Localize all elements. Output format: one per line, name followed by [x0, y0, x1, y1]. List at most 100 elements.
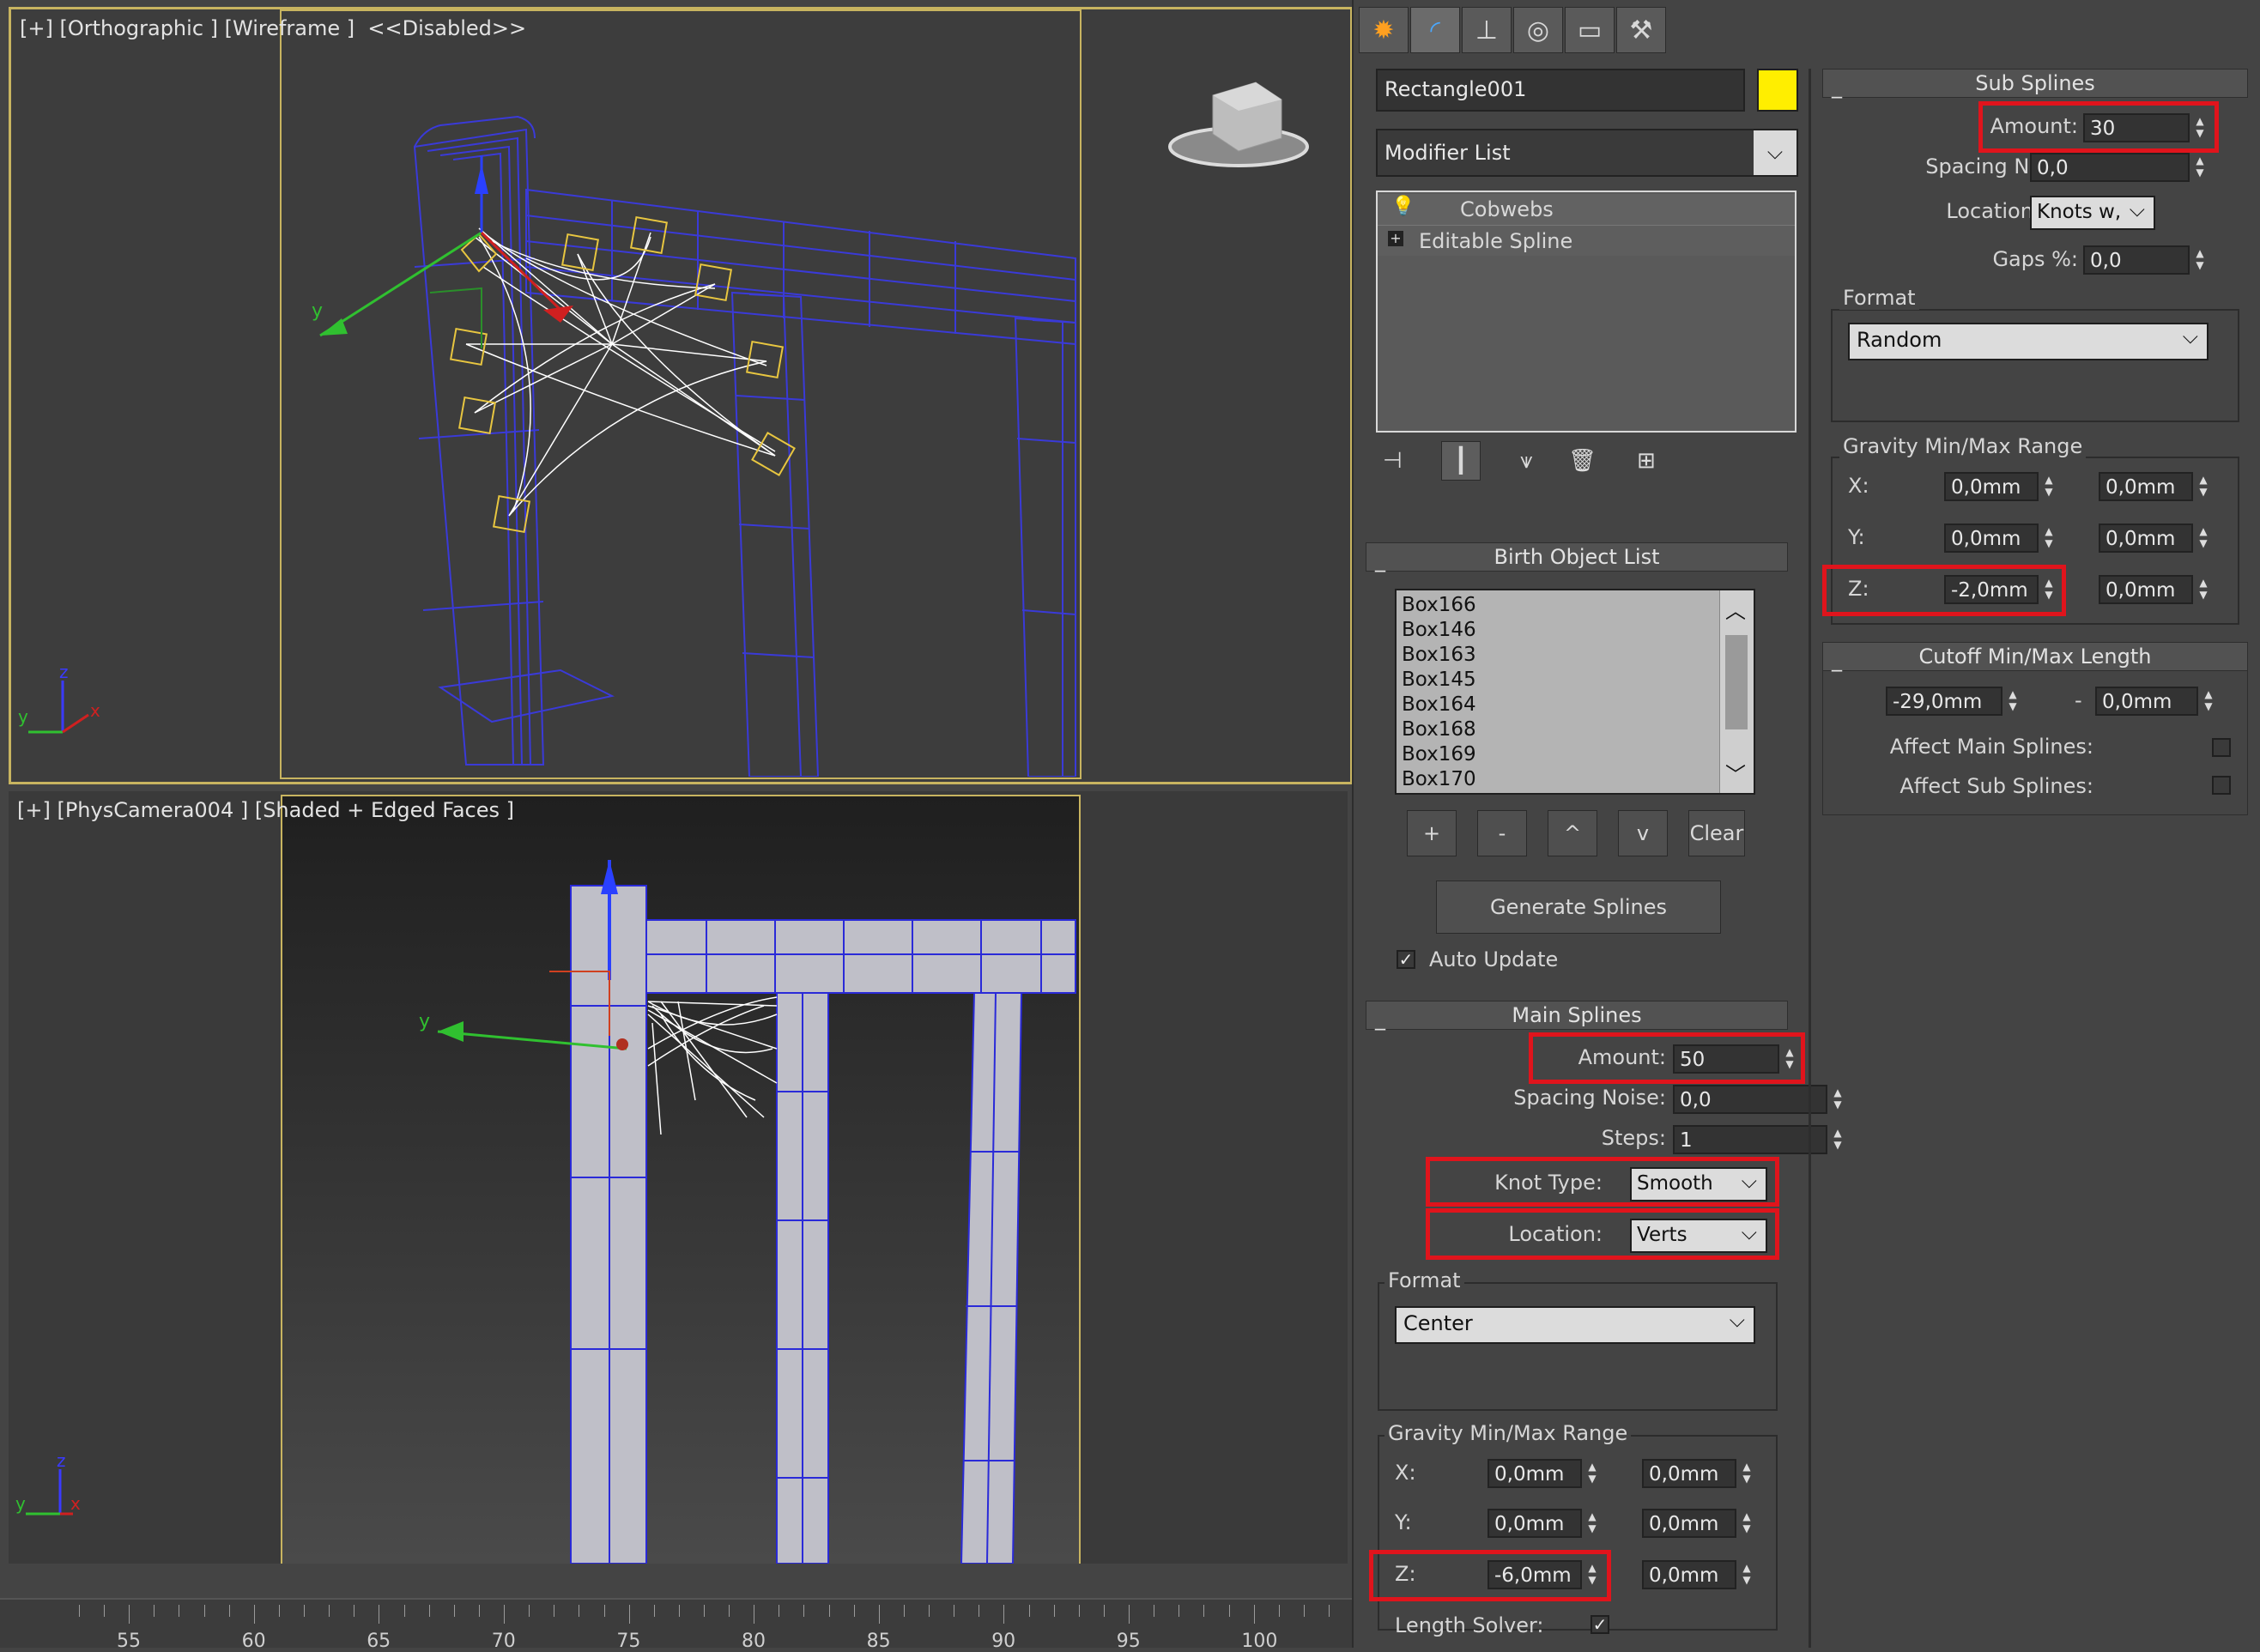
main-gravity-y-max[interactable]: 0,0mm — [1642, 1509, 1736, 1538]
hierarchy-tab[interactable]: ⊥ — [1462, 7, 1512, 53]
modify-tab[interactable]: ◜ — [1410, 7, 1460, 53]
chevron-down-icon: ⌵ — [2129, 197, 2145, 221]
spinner-arrows[interactable]: ▲ ▼ — [1738, 1461, 1755, 1485]
utilities-tab[interactable]: ⚒ — [1616, 7, 1666, 53]
sub-splines-header[interactable]: _ Sub Splines — [1822, 69, 2248, 99]
create-tab[interactable]: ✹ — [1359, 7, 1409, 53]
viewport-orthographic[interactable]: y [+] [Orthographic ] [Wireframe ] <<Dis… — [9, 7, 1353, 784]
main-gravity-y-min[interactable]: 0,0mm — [1487, 1509, 1582, 1538]
cutoff-max-field[interactable]: 0,0mm — [2095, 687, 2198, 716]
stack-item-editable-spline[interactable]: + Editable Spline — [1378, 225, 1795, 256]
list-item[interactable]: Box146 — [1402, 619, 1476, 641]
list-item[interactable]: Box168 — [1402, 718, 1476, 741]
viewport-label[interactable]: [+] [Orthographic ] [Wireframe ] <<Disab… — [20, 16, 526, 40]
sub-spacing-noise-field[interactable]: 0,0 — [2030, 153, 2190, 182]
list-item[interactable]: Box169 — [1402, 743, 1476, 765]
add-object-button[interactable]: + — [1407, 810, 1457, 856]
timeline-tick — [428, 1605, 430, 1617]
main-splines-header[interactable]: _ Main Splines — [1366, 1001, 1788, 1031]
clear-button[interactable]: Clear — [1688, 810, 1745, 856]
scroll-thumb[interactable] — [1725, 635, 1748, 729]
sub-gravity-x-min[interactable]: 0,0mm — [1944, 472, 2039, 501]
spinner-arrows[interactable]: ▲ ▼ — [1738, 1510, 1755, 1534]
list-item[interactable]: Box170 — [1402, 768, 1476, 790]
timeline-tick — [478, 1605, 480, 1617]
spinner-arrows[interactable]: ▲ ▼ — [1829, 1086, 1846, 1110]
display-tab[interactable]: ▭ — [1565, 7, 1615, 53]
make-unique-icon[interactable]: ⩛ — [1520, 448, 1533, 475]
timeline-tick — [678, 1605, 680, 1617]
spinner-arrows[interactable]: ▲ ▼ — [2195, 525, 2212, 549]
remove-modifier-icon[interactable]: 🗑 — [1568, 448, 1597, 474]
affect-sub-checkbox[interactable] — [2212, 776, 2231, 795]
spinner-arrows[interactable]: ▲ ▼ — [1738, 1562, 1755, 1586]
main-gravity-x-max[interactable]: 0,0mm — [1642, 1459, 1736, 1488]
timeline-label: 90 — [991, 1631, 1016, 1652]
birth-object-listbox[interactable]: ︿ ﹀ Box166 Box146 Box163 Box145 Box164 B… — [1395, 589, 1755, 795]
affect-main-checkbox[interactable] — [2212, 738, 2231, 757]
sub-gaps-field[interactable]: 0,0 — [2083, 245, 2190, 275]
spinner-arrows[interactable]: ▲ ▼ — [2040, 525, 2057, 549]
configure-sets-icon[interactable]: ⊞ — [1637, 448, 1656, 474]
timeline-ruler[interactable]: 55 60 65 70 75 80 85 90 95 100 — [0, 1598, 1352, 1652]
timeline-label: 70 — [491, 1631, 516, 1652]
modifier-list-dropdown[interactable]: Modifier List ⌵ — [1376, 129, 1798, 177]
main-format-dropdown[interactable]: Center ⌵ — [1395, 1306, 1755, 1344]
list-item[interactable]: Box163 — [1402, 644, 1476, 666]
length-solver-checkbox[interactable]: ✓ — [1590, 1615, 1609, 1634]
timeline-tick — [304, 1605, 306, 1617]
pin-stack-icon[interactable]: ⊣ — [1383, 448, 1403, 474]
main-gravity-z-max[interactable]: 0,0mm — [1642, 1560, 1736, 1589]
motion-tab[interactable]: ◎ — [1513, 7, 1563, 53]
sub-gravity-y-min[interactable]: 0,0mm — [1944, 523, 2039, 553]
viewport-camera[interactable]: y [+] [PhysCamera004 ] [Shaded + Edged F… — [9, 791, 1348, 1564]
timeline-tick — [1053, 1605, 1055, 1617]
sub-location-dropdown[interactable]: Knots w, ⌵ — [2030, 196, 2155, 230]
spinner-arrows[interactable]: ▲ ▼ — [1584, 1461, 1601, 1485]
move-down-button[interactable]: v — [1618, 810, 1668, 856]
timeline-tick — [1329, 1605, 1330, 1617]
spinner-arrows[interactable]: ▲ ▼ — [2191, 247, 2208, 271]
move-up-button[interactable]: ^ — [1548, 810, 1597, 856]
spinner-arrows[interactable]: ▲ ▼ — [2040, 474, 2057, 498]
chevron-down-icon: ⌵ — [2182, 324, 2198, 348]
sub-gravity-x-max[interactable]: 0,0mm — [2099, 472, 2193, 501]
list-item[interactable]: Box166 — [1402, 594, 1476, 616]
expand-icon[interactable]: + — [1388, 231, 1403, 246]
generate-splines-button[interactable]: Generate Splines — [1436, 880, 1721, 934]
show-end-result-icon[interactable]: ┃ — [1441, 441, 1481, 481]
main-spacing-noise-field[interactable]: 0,0 — [1673, 1085, 1827, 1114]
spinner-arrows[interactable]: ▲ ▼ — [2191, 154, 2208, 179]
object-name-field[interactable]: Rectangle001 — [1376, 69, 1745, 112]
spinner-arrows[interactable]: ▲ ▼ — [2200, 688, 2217, 712]
listbox-scrollbar[interactable]: ︿ ﹀ — [1719, 590, 1754, 793]
sub-format-dropdown[interactable]: Random ⌵ — [1848, 323, 2208, 360]
timeline-tick — [1228, 1605, 1230, 1617]
list-item[interactable]: Box164 — [1402, 693, 1476, 716]
main-steps-field[interactable]: 1 — [1673, 1125, 1827, 1154]
cutoff-header[interactable]: _ Cutoff Min/Max Length — [1822, 642, 2248, 672]
viewport-label[interactable]: [+] [PhysCamera004 ] [Shaded + Edged Fac… — [17, 798, 514, 822]
spinner-arrows[interactable]: ▲ ▼ — [2195, 474, 2212, 498]
affect-main-label: Affect Main Splines: — [1889, 735, 2093, 759]
main-gravity-x-min[interactable]: 0,0mm — [1487, 1459, 1582, 1488]
cutoff-min-field[interactable]: -29,0mm — [1886, 687, 2002, 716]
spinner-arrows[interactable]: ▲ ▼ — [2004, 688, 2021, 712]
object-color-swatch[interactable] — [1757, 69, 1798, 112]
birth-object-list-header[interactable]: _ Birth Object List — [1366, 542, 1788, 572]
chevron-up-icon[interactable]: ︿ — [1725, 594, 1746, 624]
sub-gravity-y-max[interactable]: 0,0mm — [2099, 523, 2193, 553]
modifier-stack[interactable]: 💡 Cobwebs + Editable Spline — [1376, 191, 1796, 433]
spinner-arrows[interactable]: ▲ ▼ — [1829, 1127, 1846, 1151]
chevron-down-icon[interactable]: ﹀ — [1725, 758, 1746, 788]
remove-object-button[interactable]: - — [1477, 810, 1527, 856]
sub-gravity-z-max[interactable]: 0,0mm — [2099, 575, 2193, 604]
auto-update-checkbox[interactable]: ✓ — [1397, 950, 1415, 969]
main-format-group — [1378, 1282, 1778, 1411]
spinner-arrows[interactable]: ▲ ▼ — [1584, 1510, 1601, 1534]
list-item[interactable]: Box145 — [1402, 669, 1476, 691]
stack-item-cobwebs[interactable]: 💡 Cobwebs — [1378, 194, 1795, 225]
timeline-label: 80 — [742, 1631, 766, 1652]
spinner-arrows[interactable]: ▲ ▼ — [2195, 577, 2212, 601]
stack-item-label: Cobwebs — [1460, 197, 1554, 221]
